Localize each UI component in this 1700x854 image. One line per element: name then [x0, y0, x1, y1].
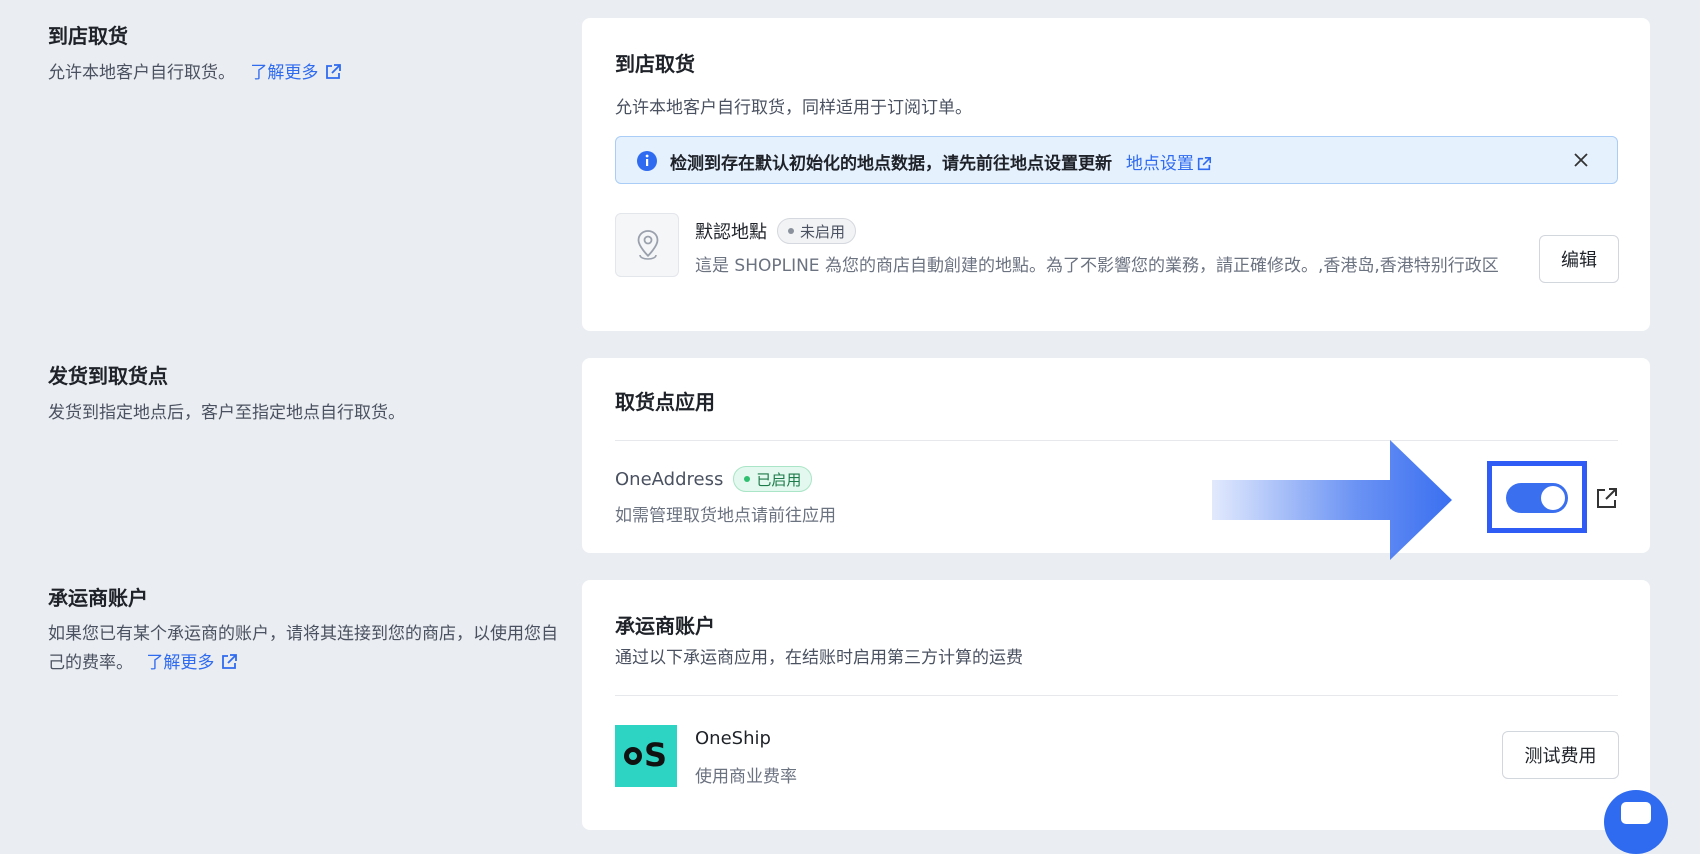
location-status-label: 未启用: [800, 222, 846, 241]
pickup-card-desc: 允许本地客户自行取货，同样适用于订阅订单。: [615, 98, 972, 118]
carrier-card-desc: 通过以下承运商应用，在结账时启用第三方计算的运费: [615, 648, 1023, 668]
carrier-card-title: 承运商账户: [615, 614, 715, 638]
location-status-badge: 未启用: [777, 218, 857, 244]
external-link-icon: [222, 654, 238, 669]
oneship-logo-text: S: [644, 736, 668, 774]
pickup-section-desc: 允许本地客户自行取货。 了解更多: [48, 58, 342, 88]
oneship-logo-mark: [624, 747, 642, 765]
pickup-learn-more-link[interactable]: 了解更多: [250, 63, 342, 83]
pickup-card-title: 到店取货: [615, 52, 695, 76]
oneaddress-toggle[interactable]: [1506, 483, 1568, 513]
carrier-section-title: 承运商账户: [48, 586, 148, 610]
oneaddress-status-badge: 已启用: [733, 466, 813, 492]
pickup-section-title: 到店取货: [48, 24, 128, 48]
location-pin-icon: [637, 230, 659, 260]
carrier-card: 承运商账户 通过以下承运商应用，在结账时启用第三方计算的运费 S OneShip…: [582, 580, 1650, 830]
ship-to-pickup-section-desc: 发货到指定地点后，客户至指定地点自行取货。: [48, 403, 405, 423]
carrier-section-desc-text: 如果您已有某个承运商的账户，请将其连接到您的商店，以使用您自己的费率。: [48, 624, 558, 673]
external-link-icon: [1197, 156, 1211, 171]
test-rates-label: 测试费用: [1524, 746, 1597, 767]
oneship-name: OneShip: [695, 728, 771, 749]
edit-location-label: 编辑: [1561, 250, 1597, 271]
arrow-annotation: [1212, 440, 1452, 560]
ship-to-pickup-section-title: 发货到取货点: [48, 364, 168, 388]
location-name: 默認地點: [695, 222, 767, 243]
oneaddress-header: OneAddress 已启用: [615, 466, 813, 492]
pickup-card: 到店取货 允许本地客户自行取货，同样适用于订阅订单。 检测到存在默认初始化的地点…: [582, 18, 1650, 331]
close-icon[interactable]: [1574, 153, 1588, 167]
info-icon: [637, 151, 657, 171]
oneaddress-name: OneAddress: [615, 468, 724, 490]
location-desc: 這是 SHOPLINE 為您的商店自動創建的地點。為了不影響您的業務，請正確修改…: [695, 256, 1499, 276]
location-settings-link[interactable]: 地点设置: [1126, 154, 1212, 174]
external-link-icon[interactable]: [1595, 486, 1619, 510]
divider: [615, 440, 1618, 441]
pickup-app-card: 取货点应用 OneAddress 已启用 如需管理取货地点请前往应用: [582, 358, 1650, 560]
pickup-section-desc-text: 允许本地客户自行取货。: [48, 63, 235, 83]
pickup-learn-more-label: 了解更多: [250, 63, 319, 83]
external-link-icon: [326, 64, 342, 79]
chat-button[interactable]: [1604, 790, 1668, 854]
oneaddress-desc: 如需管理取货地点请前往应用: [615, 506, 836, 526]
divider: [615, 695, 1618, 696]
edit-location-button[interactable]: 编辑: [1539, 235, 1619, 283]
carrier-section-desc: 如果您已有某个承运商的账户，请将其连接到您的商店，以使用您自己的费率。 了解更多: [48, 620, 558, 678]
oneship-logo: S: [615, 725, 677, 787]
test-rates-button[interactable]: 测试费用: [1502, 731, 1619, 779]
carrier-learn-more-label: 了解更多: [146, 653, 215, 673]
alert-message: 检测到存在默认初始化的地点数据，请先前往地点设置更新: [670, 154, 1112, 174]
alert-text: 检测到存在默认初始化的地点数据，请先前往地点设置更新 地点设置: [670, 149, 1212, 174]
chat-icon: [1621, 802, 1651, 824]
oneship-desc: 使用商业费率: [695, 767, 797, 787]
location-settings-label: 地点设置: [1125, 154, 1194, 174]
oneaddress-status-label: 已启用: [756, 470, 802, 489]
location-alert: 检测到存在默认初始化的地点数据，请先前往地点设置更新 地点设置: [615, 136, 1618, 184]
toggle-knob: [1541, 486, 1565, 510]
pickup-app-card-title: 取货点应用: [615, 390, 715, 414]
location-thumbnail: [615, 213, 679, 277]
carrier-learn-more-link[interactable]: 了解更多: [146, 653, 238, 673]
location-header: 默認地點 未启用: [695, 218, 857, 244]
